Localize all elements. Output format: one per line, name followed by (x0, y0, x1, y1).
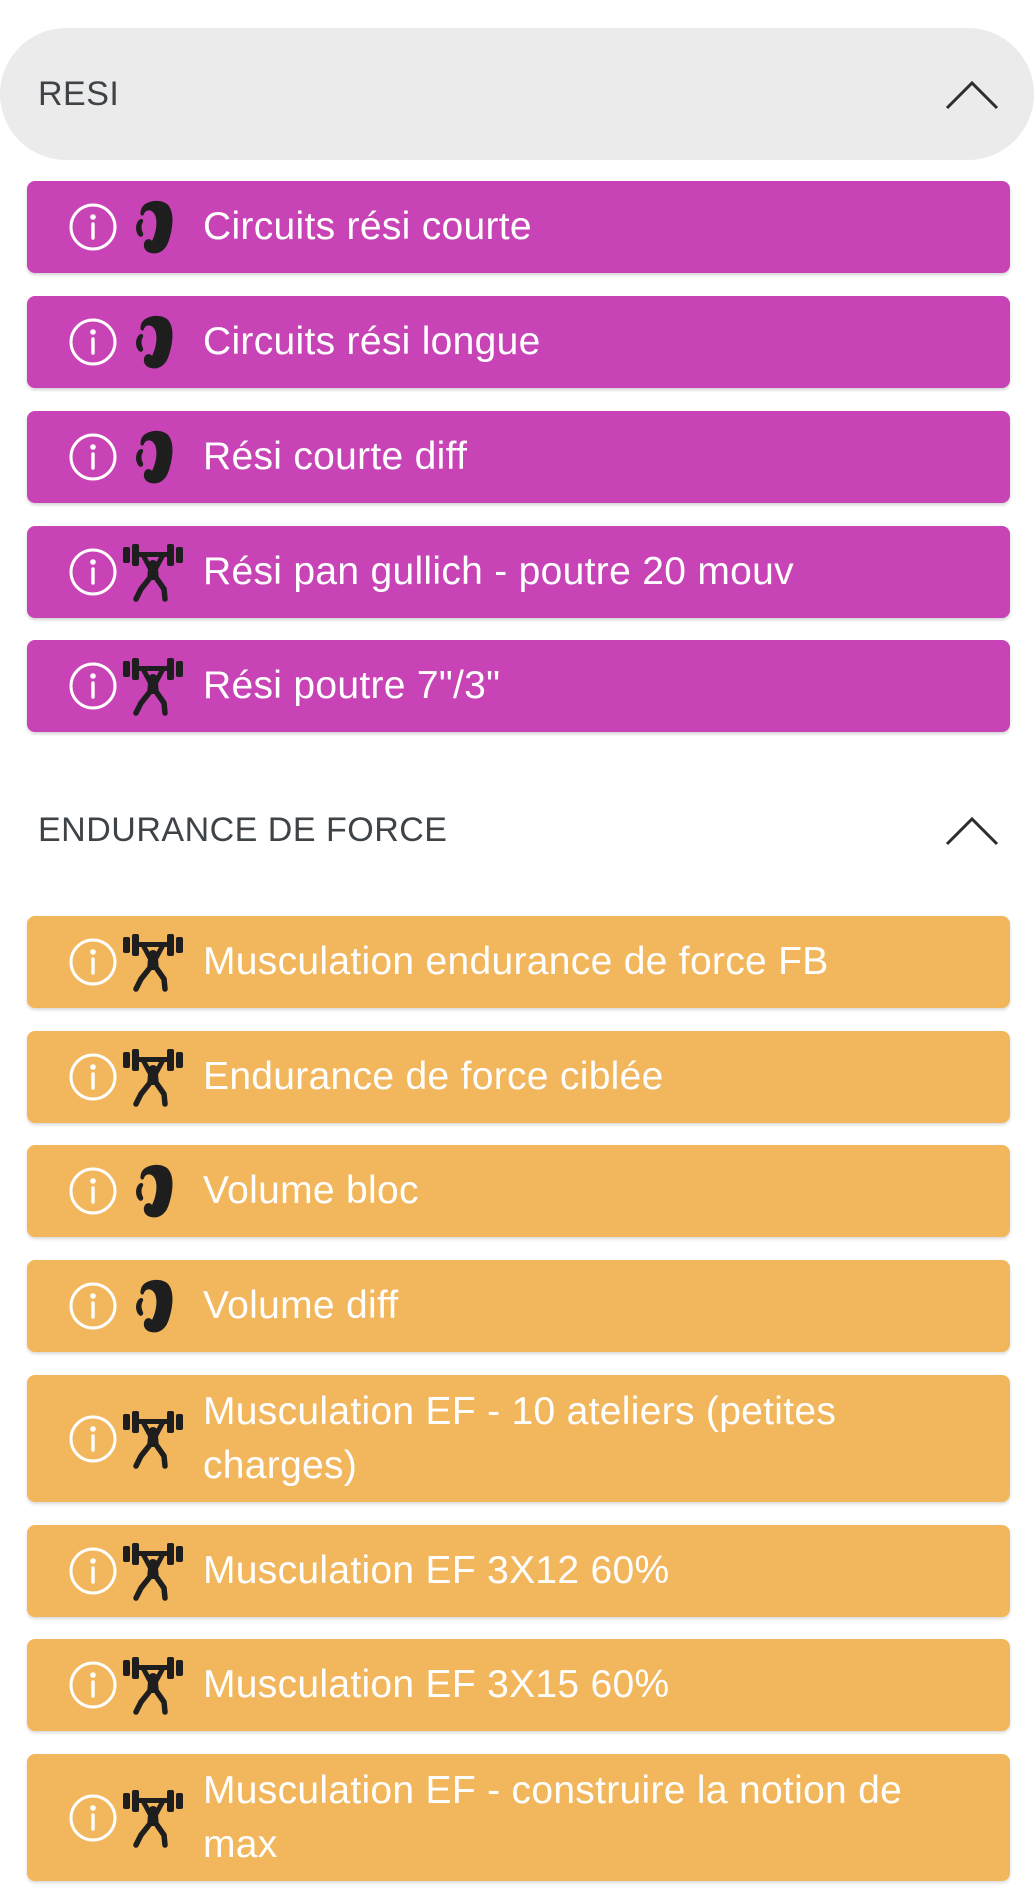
section-title: RESI (38, 74, 120, 113)
section-header-resi[interactable]: RESI (0, 28, 1034, 160)
item-label: Musculation EF 3X15 60% (203, 1663, 670, 1706)
weightlifting-icon (121, 1787, 185, 1849)
weightlifting-icon (121, 1046, 185, 1108)
weightlifting-icon (121, 541, 185, 603)
item-label: Circuits rési longue (203, 320, 541, 363)
item-label: Endurance de force ciblée (203, 1055, 664, 1098)
item-label: Volume bloc (203, 1169, 419, 1212)
weightlifting-icon (121, 1540, 185, 1602)
info-icon[interactable] (67, 1659, 119, 1711)
list-item[interactable]: Musculation EF 3X15 60% (27, 1639, 1010, 1731)
list-item[interactable]: Musculation EF - construire la notion de… (27, 1754, 1010, 1881)
list-item[interactable]: Circuits rési longue (27, 296, 1010, 388)
section-title: ENDURANCE DE FORCE (38, 810, 448, 849)
section-header-endurance-de-force[interactable]: ENDURANCE DE FORCE (0, 764, 1034, 896)
info-icon[interactable] (67, 1051, 119, 1103)
list-item[interactable]: Volume bloc (27, 1145, 1010, 1237)
info-icon[interactable] (67, 201, 119, 253)
climbing-hold-icon (121, 426, 185, 488)
climbing-hold-icon (121, 1275, 185, 1337)
info-icon[interactable] (67, 316, 119, 368)
info-icon[interactable] (67, 1792, 119, 1844)
list-item[interactable]: Endurance de force ciblée (27, 1031, 1010, 1123)
weightlifting-icon (121, 1654, 185, 1716)
info-icon[interactable] (67, 431, 119, 483)
item-label: Musculation EF - 10 ateliers (petites ch… (203, 1389, 837, 1487)
list-item[interactable]: Musculation EF 3X12 60% (27, 1525, 1010, 1617)
info-icon[interactable] (67, 1165, 119, 1217)
climbing-hold-icon (121, 1160, 185, 1222)
list-item[interactable]: Musculation EF - 10 ateliers (petites ch… (27, 1375, 1010, 1502)
item-label: Rési poutre 7"/3" (203, 664, 501, 707)
item-label: Rési courte diff (203, 435, 468, 478)
item-label: Musculation EF - construire la notion de… (203, 1768, 903, 1866)
climbing-hold-icon (121, 311, 185, 373)
list-item[interactable]: Musculation endurance de force FB (27, 916, 1010, 1008)
item-label: Rési pan gullich - poutre 20 mouv (203, 550, 794, 593)
weightlifting-icon (121, 1408, 185, 1470)
weightlifting-icon (121, 931, 185, 993)
item-label: Musculation endurance de force FB (203, 940, 829, 983)
info-icon[interactable] (67, 936, 119, 988)
info-icon[interactable] (67, 546, 119, 598)
climbing-hold-icon (121, 196, 185, 258)
item-label: Circuits rési courte (203, 205, 532, 248)
list-item[interactable]: Rési courte diff (27, 411, 1010, 503)
info-icon[interactable] (67, 1280, 119, 1332)
chevron-up-icon[interactable] (944, 810, 1000, 850)
list-item[interactable]: Rési pan gullich - poutre 20 mouv (27, 526, 1010, 618)
info-icon[interactable] (67, 1413, 119, 1465)
chevron-up-icon[interactable] (944, 74, 1000, 114)
item-label: Volume diff (203, 1284, 399, 1327)
weightlifting-icon (121, 655, 185, 717)
list-item[interactable]: Volume diff (27, 1260, 1010, 1352)
list-item[interactable]: Circuits rési courte (27, 181, 1010, 273)
info-icon[interactable] (67, 1545, 119, 1597)
info-icon[interactable] (67, 660, 119, 712)
item-label: Musculation EF 3X12 60% (203, 1549, 670, 1592)
list-item[interactable]: Rési poutre 7"/3" (27, 640, 1010, 732)
